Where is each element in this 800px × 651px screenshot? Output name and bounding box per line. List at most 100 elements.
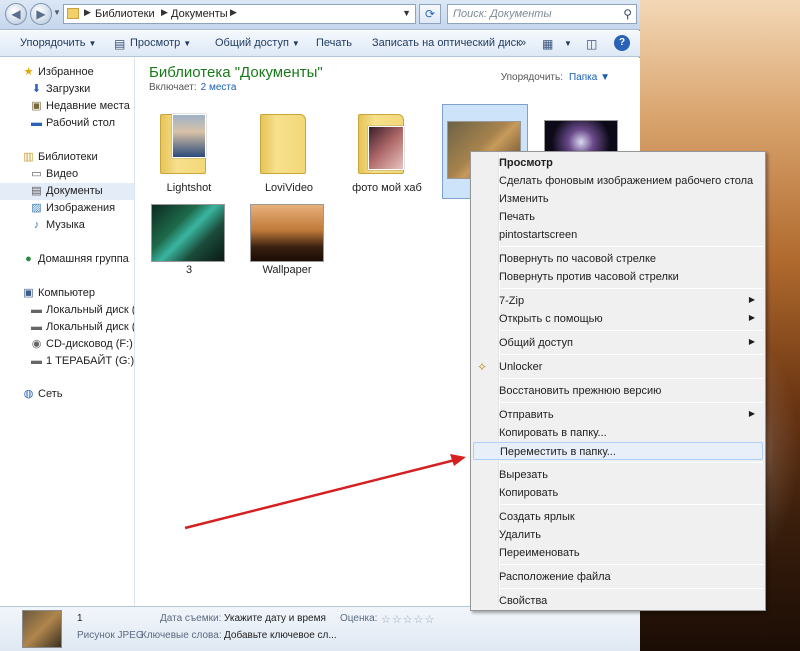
drive-icon: ▬ [31,321,42,333]
nav-item-disk-c[interactable]: ▬ Локальный диск (C [0,302,134,319]
address-field[interactable]: ▶ Библиотеки ▶ Документы ▶ ▼ [63,4,416,24]
chevron-right-icon[interactable]: ▶ [230,7,237,18]
nav-item-music[interactable]: ♪ Музыка [0,217,134,234]
help-icon[interactable]: ? [614,35,630,51]
menu-separator [501,378,763,379]
menu-label: Изменить [499,193,549,205]
nav-label: Домашняя группа [38,253,129,265]
menu-label: Общий доступ [499,337,573,349]
menu-item-copy[interactable]: Копировать [473,484,763,502]
date-taken-value[interactable]: Укажите дату и время [224,613,326,624]
nav-item-network[interactable]: ◍ Сеть [0,386,134,403]
nav-item-desktop[interactable]: ▬ Рабочий стол [0,115,134,132]
menu-item-7zip[interactable]: 7-Zip ▶ [473,292,763,310]
menu-separator [501,402,763,403]
menu-item-open-with[interactable]: Открыть с помощью ▶ [473,310,763,328]
menu-separator [501,354,763,355]
nav-item-video[interactable]: ▭ Видео [0,166,134,183]
dropdown-arrow-icon: ▼ [291,39,300,48]
menu-item-share[interactable]: Общий доступ ▶ [473,334,763,352]
organize-button[interactable]: Упорядочить ▼ [20,37,96,49]
nav-item-images[interactable]: ▨ Изображения [0,200,134,217]
file-name: Wallpaper [262,264,312,276]
cd-drive-icon: ◉ [31,338,42,350]
nav-item-recent[interactable]: ▣ Недавние места [0,98,134,115]
nav-item-favorites[interactable]: ★ Избранное [0,64,134,81]
file-name: LoviVideo [264,182,314,194]
menu-label: Расположение файла [499,571,611,583]
breadcrumb-documents[interactable]: Документы [171,8,228,20]
menu-label: Свойства [499,595,548,607]
menu-item-unlocker[interactable]: ✧ Unlocker [473,358,763,376]
address-dropdown-icon[interactable]: ▼ [402,8,411,18]
nav-label: Избранное [38,66,94,78]
search-placeholder: Поиск: Документы [453,8,552,20]
nav-item-downloads[interactable]: ⬇ Загрузки [0,81,134,98]
folder-preview-image [172,114,206,158]
nav-item-cd[interactable]: ◉ CD-дисковод (F:) [0,336,134,353]
menu-separator [501,588,763,589]
back-button[interactable]: ◀ [5,3,27,25]
burn-button[interactable]: Записать на оптический диск [372,37,521,49]
unlocker-wand-icon: ✧ [477,360,488,374]
image-tile-wallpaper[interactable]: Wallpaper [244,200,330,295]
menu-item-create-shortcut[interactable]: Создать ярлык [473,508,763,526]
preview-button[interactable]: Просмотр ▼ [130,37,191,49]
command-bar: Упорядочить ▼ ▤ Просмотр ▼ Общий доступ ▼ П… [0,31,640,57]
menu-item-properties[interactable]: Свойства [473,592,763,610]
video-icon: ▭ [31,168,42,180]
more-commands-button[interactable]: » [520,37,526,49]
homegroup-icon: ● [25,253,32,265]
folder-tile-lightshot[interactable]: Lightshot [146,104,232,199]
keywords-label: Ключевые слова: [141,630,222,641]
folder-tile-lovivideo[interactable]: LoviVideo [246,104,332,199]
menu-item-set-wallpaper[interactable]: Сделать фоновым изображением рабочего ст… [473,172,763,190]
nav-item-disk-d[interactable]: ▬ Локальный диск (D [0,319,134,336]
refresh-button[interactable]: ⟳ [419,4,441,24]
change-view-icon[interactable]: ▦ [542,37,553,51]
nav-item-homegroup[interactable]: ● Домашняя группа [0,251,134,268]
menu-item-rotate-ccw[interactable]: Повернуть против часовой стрелки [473,268,763,286]
menu-item-rename[interactable]: Переименовать [473,544,763,562]
menu-item-move-to[interactable]: Переместить в папку... [473,442,763,460]
includes-locations-link[interactable]: 2 места [201,82,237,93]
preview-pane-icon[interactable]: ◫ [586,37,597,51]
nav-item-libraries[interactable]: ▥ Библиотеки [0,149,134,166]
forward-button[interactable]: ▶ [30,3,52,25]
library-title: Библиотека "Документы" [149,64,323,81]
keywords-value[interactable]: Добавьте ключевое сл... [224,630,337,641]
breadcrumb-libraries[interactable]: Библиотеки [95,8,155,20]
share-button[interactable]: Общий доступ ▼ [215,37,300,49]
nav-item-documents[interactable]: ▤ Документы [0,183,134,200]
documents-icon: ▤ [31,185,42,197]
menu-item-send-to[interactable]: Отправить ▶ [473,406,763,424]
menu-item-copy-to[interactable]: Копировать в папку... [473,424,763,442]
nav-item-tb[interactable]: ▬ 1 ТЕРАБАЙТ (G:) [0,353,134,370]
menu-item-preview[interactable]: Просмотр [473,154,763,172]
menu-item-print[interactable]: Печать [473,208,763,226]
nav-label: Документы [46,185,103,197]
menu-item-restore-previous[interactable]: Восстановить прежнюю версию [473,382,763,400]
menu-item-rotate-cw[interactable]: Повернуть по часовой стрелке [473,250,763,268]
chevron-right-icon[interactable]: ▶ [161,7,168,18]
menu-item-pintostart[interactable]: pintostartscreen [473,226,763,244]
menu-item-delete[interactable]: Удалить [473,526,763,544]
recent-pages-dropdown-icon[interactable]: ▼ [53,8,61,17]
submenu-arrow-icon: ▶ [748,337,755,346]
nav-label: Музыка [46,219,85,231]
image-tile-3[interactable]: 3 [146,200,232,295]
rating-stars[interactable]: ☆☆☆☆☆ [381,613,435,626]
menu-item-file-location[interactable]: Расположение файла [473,568,763,586]
view-options-dropdown[interactable]: ▼ [561,37,572,49]
search-input[interactable]: Поиск: Документы ⚲ [447,4,637,24]
arrange-by-dropdown[interactable]: Папка ▼ [569,72,610,83]
menu-label: Создать ярлык [499,511,575,523]
menu-item-cut[interactable]: Вырезать [473,466,763,484]
menu-item-edit[interactable]: Изменить [473,190,763,208]
folder-tile-photo[interactable]: фото мой хаб [344,104,430,199]
arrange-label: Упорядочить: [500,72,563,83]
chevron-right-icon[interactable]: ▶ [84,7,91,18]
print-button[interactable]: Печать [316,37,352,49]
nav-item-computer[interactable]: ▣ Компьютер [0,285,134,302]
search-icon[interactable]: ⚲ [623,7,632,21]
